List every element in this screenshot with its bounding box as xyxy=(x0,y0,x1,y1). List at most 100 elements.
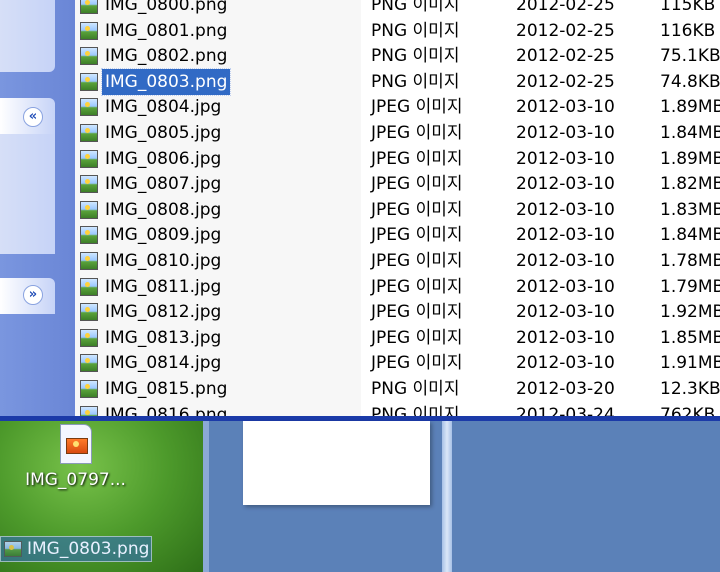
window-preview xyxy=(243,421,430,505)
desktop-file-icon[interactable]: IMG_0797... xyxy=(18,424,133,504)
file-type: JPEG 이미지 xyxy=(371,174,463,195)
file-size: 1.82MB xyxy=(660,174,720,195)
image-file-icon xyxy=(80,47,98,66)
file-date: 2012-03-10 xyxy=(516,276,615,297)
file-date: 2012-03-10 xyxy=(516,97,615,118)
image-file-icon xyxy=(80,124,98,142)
file-type: PNG 이미지 xyxy=(371,404,460,416)
image-file-icon xyxy=(80,200,98,219)
file-name: IMG_0814.jpg xyxy=(105,353,222,374)
file-type: PNG 이미지 xyxy=(371,379,460,399)
file-size: 74.8KB xyxy=(660,71,720,92)
image-file-icon xyxy=(80,380,98,398)
image-file-icon xyxy=(59,424,92,464)
file-type: PNG 이미지 xyxy=(371,20,460,41)
file-name: IMG_0806.jpg xyxy=(105,148,222,169)
file-type: JPEG 이미지 xyxy=(371,251,463,271)
file-name: IMG_0803.png xyxy=(100,67,232,96)
file-name: IMG_0815.png xyxy=(105,379,228,399)
file-explorer-window: « » IMG_0800.png PNG 이미지 2012-02-25 115KB IM… xyxy=(0,0,720,416)
file-date: 2012-02-25 xyxy=(516,46,615,67)
file-size: 762KB xyxy=(660,404,716,416)
file-size: 75.1KB xyxy=(660,46,720,67)
file-name: IMG_0813.jpg xyxy=(105,327,222,348)
image-file-icon xyxy=(80,175,98,194)
file-row[interactable]: IMG_0810.jpg JPEG 이미지 2012-03-10 1.78MB xyxy=(75,248,720,274)
file-date: 2012-03-10 xyxy=(516,123,615,143)
file-type: JPEG 이미지 xyxy=(371,276,463,297)
file-row[interactable]: IMG_0806.jpg JPEG 이미지 2012-03-10 1.89MB xyxy=(75,146,720,172)
file-date: 2012-03-10 xyxy=(516,225,615,246)
file-type: JPEG 이미지 xyxy=(371,97,463,118)
file-size: 115KB xyxy=(660,0,716,15)
file-name: IMG_0800.png xyxy=(105,0,228,15)
file-name: IMG_0802.png xyxy=(105,46,228,67)
file-row[interactable]: IMG_0808.jpg JPEG 이미지 2012-03-10 1.83MB xyxy=(75,197,720,223)
image-file-icon xyxy=(80,405,98,416)
file-row[interactable]: IMG_0813.jpg JPEG 이미지 2012-03-10 1.85MB xyxy=(75,325,720,351)
file-row[interactable]: IMG_0811.jpg JPEG 이미지 2012-03-10 1.79MB xyxy=(75,274,720,300)
file-type: JPEG 이미지 xyxy=(371,199,463,220)
file-name: IMG_0808.jpg xyxy=(105,199,222,220)
file-row[interactable]: IMG_0812.jpg JPEG 이미지 2012-03-10 1.92MB xyxy=(75,299,720,325)
file-size: 1.84MB xyxy=(660,225,720,246)
wallpaper-edge xyxy=(203,421,209,572)
file-size: 1.79MB xyxy=(660,276,720,297)
file-row[interactable]: IMG_0816.png PNG 이미지 2012-03-24 762KB xyxy=(75,402,720,416)
desktop: IMG_0797... IMG_0803.png xyxy=(0,421,720,572)
file-size: 1.89MB xyxy=(660,148,720,169)
double-chevron-down-icon[interactable]: » xyxy=(23,285,43,305)
file-date: 2012-03-20 xyxy=(516,379,615,399)
image-file-icon xyxy=(4,541,22,557)
file-size: 116KB xyxy=(660,20,716,41)
file-date: 2012-02-25 xyxy=(516,20,615,41)
file-date: 2012-03-10 xyxy=(516,327,615,348)
file-row[interactable]: IMG_0809.jpg JPEG 이미지 2012-03-10 1.84MB xyxy=(75,222,720,248)
image-file-icon xyxy=(80,226,98,245)
image-file-icon xyxy=(80,0,98,14)
file-size: 1.92MB xyxy=(660,302,720,323)
image-file-icon xyxy=(80,21,98,40)
window-separator xyxy=(442,421,452,572)
file-size: 1.84MB xyxy=(660,123,720,143)
file-size: 1.85MB xyxy=(660,327,720,348)
file-row[interactable]: IMG_0800.png PNG 이미지 2012-02-25 115KB xyxy=(75,0,720,18)
file-date: 2012-03-10 xyxy=(516,174,615,195)
file-row[interactable]: IMG_0807.jpg JPEG 이미지 2012-03-10 1.82MB xyxy=(75,171,720,197)
image-file-icon xyxy=(80,252,98,270)
file-row[interactable]: IMG_0803.png PNG 이미지 2012-02-25 74.8KB xyxy=(75,67,720,96)
file-type: JPEG 이미지 xyxy=(371,148,463,169)
image-file-icon xyxy=(80,354,98,373)
file-type: PNG 이미지 xyxy=(371,0,460,15)
file-row[interactable]: IMG_0802.png PNG 이미지 2012-02-25 75.1KB xyxy=(75,43,720,69)
file-size: 12.3KB xyxy=(660,379,720,399)
file-name: IMG_0811.jpg xyxy=(105,276,222,297)
image-file-icon xyxy=(80,72,98,91)
file-name: IMG_0810.jpg xyxy=(105,251,222,271)
task-pane: « » xyxy=(0,0,75,416)
file-date: 2012-03-10 xyxy=(516,302,615,323)
file-size: 1.78MB xyxy=(660,251,720,271)
file-name: IMG_0801.png xyxy=(105,20,228,41)
file-date: 2012-02-25 xyxy=(516,0,615,15)
task-pane-panel-body xyxy=(0,134,55,254)
file-row[interactable]: IMG_0801.png PNG 이미지 2012-02-25 116KB xyxy=(75,18,720,44)
file-type: PNG 이미지 xyxy=(371,46,460,67)
double-chevron-up-icon[interactable]: « xyxy=(23,107,43,127)
file-row[interactable]: IMG_0815.png PNG 이미지 2012-03-20 12.3KB xyxy=(75,376,720,402)
image-file-icon xyxy=(80,149,98,168)
file-row[interactable]: IMG_0814.jpg JPEG 이미지 2012-03-10 1.91MB xyxy=(75,350,720,376)
file-type: JPEG 이미지 xyxy=(371,302,463,323)
file-type: JPEG 이미지 xyxy=(371,327,463,348)
file-type: JPEG 이미지 xyxy=(371,353,463,374)
file-size: 1.83MB xyxy=(660,199,720,220)
file-date: 2012-03-10 xyxy=(516,148,615,169)
file-name: IMG_0804.jpg xyxy=(105,97,222,118)
file-row[interactable]: IMG_0805.jpg JPEG 이미지 2012-03-10 1.84MB xyxy=(75,120,720,146)
task-pane-panel-top xyxy=(0,0,55,72)
file-size: 1.91MB xyxy=(660,353,720,374)
file-date: 2012-03-24 xyxy=(516,404,615,416)
file-row[interactable]: IMG_0804.jpg JPEG 이미지 2012-03-10 1.89MB xyxy=(75,94,720,120)
image-file-icon xyxy=(80,98,98,117)
file-name: IMG_0812.jpg xyxy=(105,302,222,323)
